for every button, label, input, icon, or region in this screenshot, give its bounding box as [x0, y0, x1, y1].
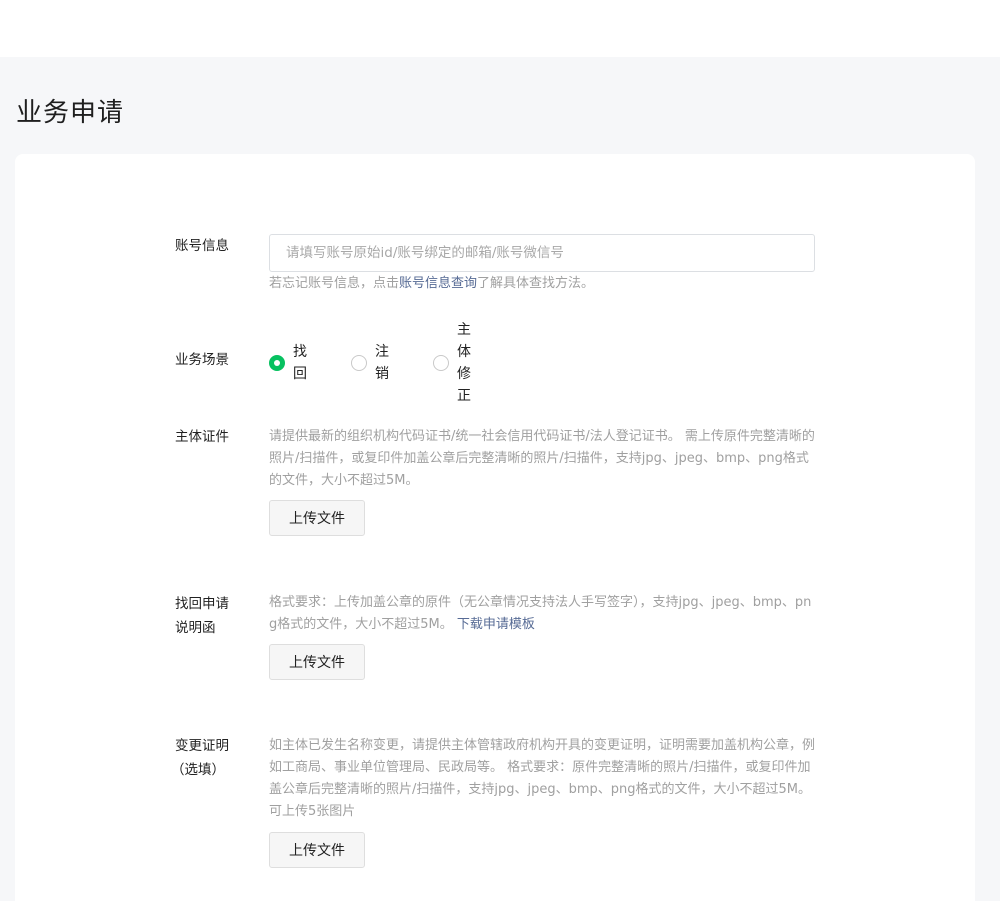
radio-option-cancel[interactable]: 注销	[351, 344, 389, 382]
download-template-link[interactable]: 下载申请模板	[457, 617, 535, 632]
change-proof-hint: 如主体已发生名称变更，请提供主体管辖政府机构开具的变更证明，证明需要加盖机构公章…	[269, 738, 816, 819]
recovery-letter-label: 找回申请 说明函	[175, 592, 229, 640]
change-proof-label-line2: （选填）	[171, 762, 225, 778]
account-info-input[interactable]	[269, 234, 815, 272]
change-proof-upload-button[interactable]: 上传文件	[269, 832, 365, 868]
change-proof-label: 变更证明 （选填）	[171, 734, 229, 782]
business-scene-label: 业务场景	[175, 352, 229, 368]
radio-option-label: 注销	[375, 344, 389, 382]
recovery-letter-hint-text: 格式要求：上传加盖公章的原件（无公章情况支持法人手写签字），支持jpg、jpeg…	[269, 595, 812, 632]
recovery-letter-label-line1: 找回申请	[175, 596, 229, 612]
account-info-hint: 若忘记账号信息，点击账号信息查询了解具体查找方法。	[269, 273, 817, 295]
account-info-label: 账号信息	[175, 238, 229, 254]
radio-checked-icon	[269, 355, 285, 371]
account-info-query-link[interactable]: 账号信息查询	[399, 276, 477, 291]
radio-unchecked-icon	[433, 355, 449, 371]
radio-option-label: 找回	[293, 344, 307, 382]
radio-option-recover[interactable]: 找回	[269, 344, 307, 382]
account-info-hint-suffix: 了解具体查找方法。	[477, 276, 595, 291]
page-title: 业务申请	[16, 98, 125, 128]
top-navigation-bar	[0, 0, 1000, 57]
account-info-hint-text: 若忘记账号信息，点击	[269, 276, 400, 291]
change-proof-label-line1: 变更证明	[175, 738, 229, 754]
radio-option-label: 主体修正	[457, 322, 471, 404]
entity-cert-upload-button[interactable]: 上传文件	[269, 500, 365, 536]
entity-cert-hint: 请提供最新的组织机构代码证书/统一社会信用代码证书/法人登记证书。 需上传原件完…	[269, 429, 815, 488]
recovery-letter-label-line2: 说明函	[175, 620, 216, 636]
entity-cert-label: 主体证件	[175, 429, 229, 445]
recovery-letter-hint: 格式要求：上传加盖公章的原件（无公章情况支持法人手写签字），支持jpg、jpeg…	[269, 592, 817, 636]
radio-option-entity-correction[interactable]: 主体修正	[433, 322, 471, 404]
radio-unchecked-icon	[351, 355, 367, 371]
recovery-letter-upload-button[interactable]: 上传文件	[269, 644, 365, 680]
